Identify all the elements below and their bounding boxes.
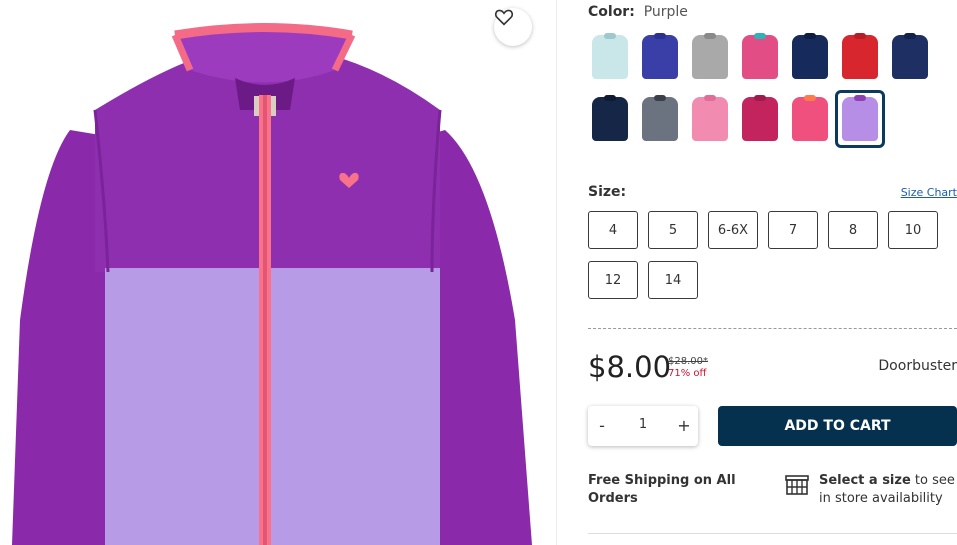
original-price: $28.00*	[668, 356, 708, 367]
size-option[interactable]: 6-6X	[708, 211, 758, 249]
color-swatch[interactable]	[738, 32, 782, 82]
jacket-illustration	[12, 23, 532, 545]
color-swatch[interactable]	[888, 32, 932, 82]
swatch-thumbnail	[842, 33, 878, 79]
color-swatch[interactable]	[835, 90, 885, 148]
color-swatch[interactable]	[688, 32, 732, 82]
color-label: Color:	[588, 4, 635, 20]
swatch-thumbnail	[892, 33, 928, 79]
panel-divider	[556, 0, 557, 545]
heart-icon	[494, 9, 514, 26]
swatch-thumbnail	[742, 95, 778, 141]
store-icon	[785, 475, 809, 495]
swatch-thumbnail	[692, 95, 728, 141]
swatch-thumbnail	[692, 33, 728, 79]
color-swatch[interactable]	[738, 94, 782, 144]
size-label: Size:	[588, 184, 627, 200]
swatch-thumbnail	[842, 95, 878, 141]
product-options-panel: Color: Purple Size: Size Chart 4 5 6-6X 7 8 1…	[588, 0, 957, 545]
color-row: Color: Purple	[588, 4, 688, 20]
color-swatch[interactable]	[838, 32, 882, 82]
swatch-thumbnail	[642, 95, 678, 141]
store-availability-bold[interactable]: Select a size	[819, 473, 911, 488]
store-availability-text: Select a size to see in store availabili…	[819, 472, 957, 508]
swatch-collar	[604, 33, 616, 39]
size-option[interactable]: 7	[768, 211, 818, 249]
swatch-collar	[704, 33, 716, 39]
swatch-collar	[704, 95, 716, 101]
free-shipping-text: Free Shipping on All Orders	[588, 473, 736, 506]
color-swatch[interactable]	[588, 32, 632, 82]
swatch-thumbnail	[592, 95, 628, 141]
swatch-thumbnail	[792, 95, 828, 141]
size-option[interactable]: 10	[888, 211, 938, 249]
color-swatch[interactable]	[588, 94, 632, 144]
size-chart-link[interactable]: Size Chart	[901, 186, 957, 199]
add-to-cart-button[interactable]: ADD TO CART	[718, 406, 957, 446]
swatch-collar	[804, 95, 816, 101]
sale-price: $8.00	[588, 350, 672, 384]
swatch-collar	[854, 95, 866, 101]
swatch-thumbnail	[792, 33, 828, 79]
swatch-collar	[754, 33, 766, 39]
product-image	[0, 0, 543, 545]
doorbuster-badge: Doorbuster	[878, 358, 957, 374]
favorite-button[interactable]	[494, 8, 532, 46]
swatch-collar	[904, 33, 916, 39]
swatch-collar	[854, 33, 866, 39]
color-swatch[interactable]	[788, 32, 832, 82]
swatch-thumbnail	[742, 33, 778, 79]
size-option[interactable]: 12	[588, 261, 638, 299]
swatch-thumbnail	[642, 33, 678, 79]
color-swatch[interactable]	[638, 32, 682, 82]
swatch-collar	[654, 95, 666, 101]
size-option[interactable]: 5	[648, 211, 698, 249]
swatch-collar	[804, 33, 816, 39]
quantity-stepper: - 1 +	[588, 406, 698, 446]
size-option[interactable]: 4	[588, 211, 638, 249]
swatch-collar	[654, 33, 666, 39]
color-swatch[interactable]	[638, 94, 682, 144]
dashed-divider	[588, 328, 957, 329]
size-option[interactable]: 8	[828, 211, 878, 249]
discount-percent: 71% off	[668, 368, 707, 379]
swatch-thumbnail	[592, 33, 628, 79]
color-value: Purple	[643, 4, 688, 20]
quantity-increase-button[interactable]: +	[674, 416, 694, 435]
bottom-divider	[588, 533, 957, 534]
swatch-collar	[604, 95, 616, 101]
swatch-collar	[754, 95, 766, 101]
size-option[interactable]: 14	[648, 261, 698, 299]
color-swatch[interactable]	[788, 94, 832, 144]
color-swatch[interactable]	[688, 94, 732, 144]
